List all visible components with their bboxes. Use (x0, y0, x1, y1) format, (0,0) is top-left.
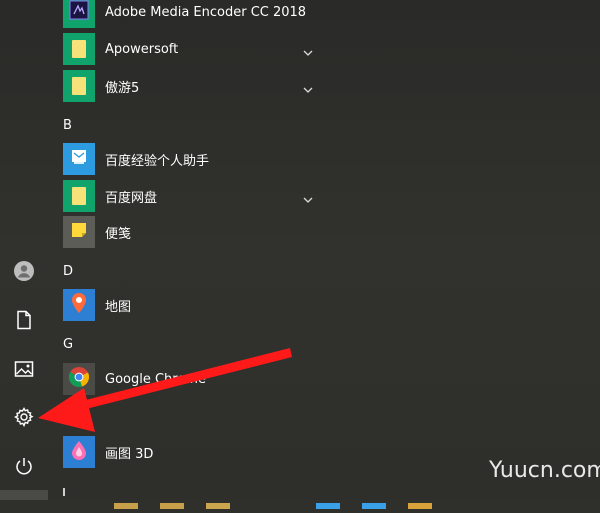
rail-bottom-strip (0, 490, 48, 500)
chevron-down-icon[interactable] (303, 42, 313, 61)
section-header-next (63, 488, 65, 496)
sticky-notes-tile (63, 216, 95, 248)
app-label: 画图 3D (105, 446, 154, 462)
chrome-icon (68, 366, 90, 392)
app-label: 百度经验个人助手 (105, 153, 210, 169)
app-item-media-encoder[interactable]: Adobe Media Encoder CC 2018 (63, 0, 313, 29)
app-item-maps[interactable]: 地图 (63, 288, 313, 322)
app-item-sticky-notes[interactable]: 便笺 (63, 215, 313, 249)
app-label: 地图 (105, 299, 132, 315)
document-icon (15, 310, 33, 330)
settings-button[interactable] (0, 393, 48, 441)
section-header-g[interactable]: G (63, 337, 73, 352)
pictures-button[interactable] (0, 345, 48, 393)
folder-icon (72, 187, 86, 205)
media-encoder-icon (69, 0, 89, 24)
chrome-tile (63, 363, 95, 395)
folder-icon (72, 77, 86, 95)
media-encoder-tile (63, 0, 95, 28)
app-label: 便笺 (105, 226, 132, 242)
baidu-pan-tile (63, 180, 95, 212)
app-label: Adobe Media Encoder CC 2018 (105, 4, 307, 20)
section-header-b[interactable]: B (63, 118, 72, 133)
app-label: Apowersoft (105, 41, 179, 57)
paint3d-tile (63, 436, 95, 468)
user-account-button[interactable] (0, 247, 48, 295)
map-pin-icon (70, 292, 88, 318)
app-item-baidu-pan[interactable]: 百度网盘 (63, 179, 313, 213)
power-button[interactable] (0, 442, 48, 490)
documents-button[interactable] (0, 296, 48, 344)
app-label: Google Chrome (105, 371, 206, 387)
user-icon (13, 260, 35, 282)
power-icon (14, 456, 34, 476)
aoyou-tile (63, 70, 95, 102)
settings-icon (14, 407, 34, 427)
baidu-helper-tile (63, 143, 95, 175)
maps-tile (63, 289, 95, 321)
app-item-baidu-helper[interactable]: 百度经验个人助手 (63, 142, 313, 176)
app-item-paint3d[interactable]: 画图 3D (63, 435, 313, 469)
baidu-helper-icon (70, 148, 88, 170)
apowersoft-tile (63, 33, 95, 65)
paint3d-icon (69, 439, 89, 465)
chevron-down-icon[interactable] (303, 189, 313, 208)
chevron-down-icon[interactable] (303, 79, 313, 98)
taskbar-peek (100, 494, 600, 509)
start-rail (0, 0, 48, 500)
app-item-chrome[interactable]: Google Chrome (63, 362, 313, 396)
app-item-aoyou[interactable]: 傲游5 (63, 69, 313, 103)
app-label: 傲游5 (105, 80, 140, 96)
watermark: Yuucn.com (489, 458, 600, 483)
app-label: 百度网盘 (105, 190, 158, 206)
pictures-icon (14, 360, 34, 378)
folder-icon (72, 40, 86, 58)
app-item-apowersoft[interactable]: Apowersoft (63, 32, 313, 66)
app-list: Adobe Media Encoder CC 2018 Apowersoft 傲… (48, 0, 600, 500)
start-menu: Adobe Media Encoder CC 2018 Apowersoft 傲… (0, 0, 600, 509)
section-header-d[interactable]: D (63, 264, 73, 279)
sticky-note-icon (69, 220, 89, 244)
